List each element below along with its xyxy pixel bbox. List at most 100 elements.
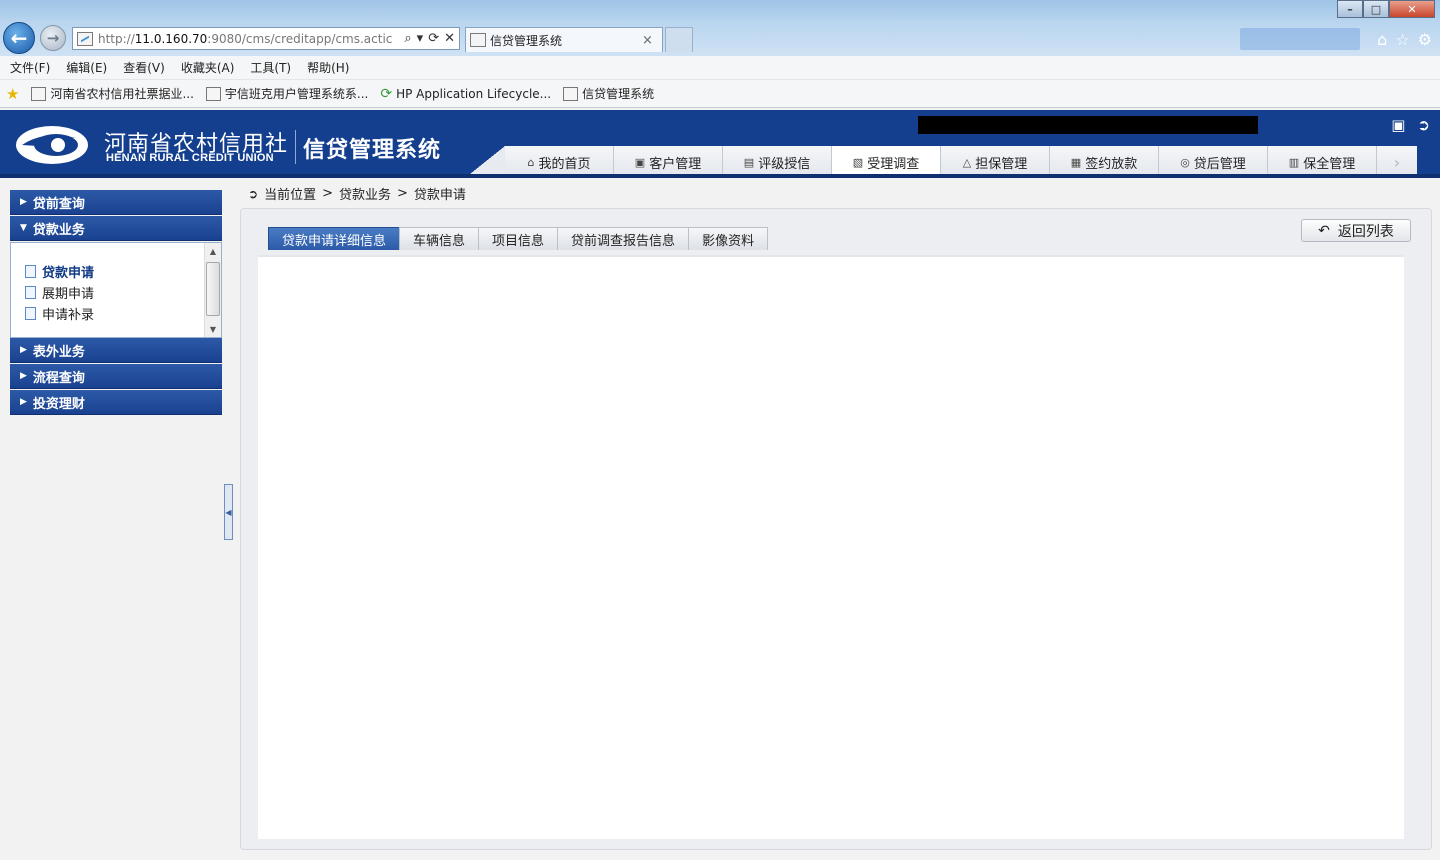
document-icon	[25, 265, 36, 278]
location-icon: ➲	[248, 186, 259, 201]
breadcrumb-sep: >	[397, 186, 408, 201]
survey-icon: ▧	[852, 155, 864, 169]
favorite-link[interactable]: 宇信班克用户管理系统系...	[205, 85, 368, 102]
user-info-redacted	[918, 116, 1258, 134]
scroll-up-icon[interactable]: ▲	[205, 243, 221, 259]
document-icon	[25, 307, 36, 320]
page-icon	[205, 86, 221, 101]
nav-guarantee[interactable]: △ 担保管理	[941, 146, 1050, 178]
sidebar-item-loan-apply[interactable]: 贷款申请	[25, 261, 221, 282]
nav-postloan[interactable]: ◎ 贷后管理	[1159, 146, 1268, 178]
nav-contract[interactable]: ▦ 签约放款	[1050, 146, 1159, 178]
rating-icon: ▤	[743, 155, 755, 169]
maximize-icon[interactable]: □	[1363, 0, 1389, 18]
address-bar[interactable]: http://11.0.160.70:9080/cms/creditapp/cm…	[72, 27, 460, 50]
sidebar-section-offbalance[interactable]: ▶ 表外业务	[10, 338, 222, 363]
page-icon	[31, 86, 47, 101]
tab-loan-detail[interactable]: 贷款申请详细信息	[268, 227, 401, 250]
system-name: 信贷管理系统	[303, 138, 442, 163]
caret-right-icon: ▶	[20, 371, 27, 381]
tab-close-icon[interactable]: ×	[642, 33, 656, 48]
document-icon	[25, 286, 36, 299]
preserve-icon: ▥	[1288, 155, 1300, 169]
nav-more-chevron-icon[interactable]: ›	[1377, 146, 1417, 178]
menu-edit[interactable]: 编辑(E)	[66, 59, 107, 76]
back-icon[interactable]: ←	[3, 22, 35, 54]
favorites-add-icon[interactable]: ★	[6, 85, 19, 103]
nav-customer[interactable]: ▣ 客户管理	[614, 146, 723, 178]
browser-tab[interactable]: 信贷管理系统 ×	[465, 27, 663, 52]
tab-title: 信贷管理系统	[490, 33, 563, 48]
tab-project[interactable]: 项目信息	[478, 227, 559, 250]
customer-icon: ▣	[634, 155, 646, 169]
nav-rating[interactable]: ▤ 评级授信	[723, 146, 832, 178]
tab-page-icon	[470, 33, 486, 47]
close-icon[interactable]: ✕	[1389, 0, 1435, 18]
favorites-star-icon[interactable]: ☆	[1395, 30, 1409, 49]
menu-tools[interactable]: 工具(T)	[250, 59, 291, 76]
refresh-swirl-icon: ⟳	[380, 85, 393, 102]
tab-images[interactable]: 影像资料	[688, 227, 769, 250]
search-icon[interactable]: ⌕	[404, 31, 411, 46]
return-arrow-icon: ↶	[1318, 222, 1330, 239]
sidebar-loan-menu: 贷款申请 展期申请 申请补录 ▲ ▼	[10, 242, 222, 338]
favorites-bar: ★ 河南省农村信用社票据业... 宇信班克用户管理系统系... ⟳ HP Appl…	[0, 80, 1440, 108]
menu-view[interactable]: 查看(V)	[123, 59, 165, 76]
sidebar-item-supplement[interactable]: 申请补录	[25, 303, 221, 324]
nav-survey[interactable]: ▧ 受理调查	[832, 146, 941, 178]
sidebar: ▶ 贷前查询 ▼ 贷款业务 贷款申请 展期申请 申请补录 ▲ ▼ ▶ 表外业务 ▶ 流程…	[10, 190, 222, 416]
sidebar-section-investment[interactable]: ▶ 投资理财	[10, 390, 222, 415]
address-url[interactable]: http://11.0.160.70:9080/cms/creditapp/cm…	[98, 32, 404, 46]
sidebar-item-extension-apply[interactable]: 展期申请	[25, 282, 221, 303]
sidebar-section-loan-business[interactable]: ▼ 贷款业务	[10, 216, 222, 241]
favorite-link[interactable]: ⟳ HP Application Lifecycle...	[380, 86, 551, 102]
logout-icon[interactable]: ➲	[1417, 116, 1430, 134]
main-nav: ⌂ 我的首页 ▣ 客户管理 ▤ 评级授信 ▧ 受理调查 △ 担保管理 ▦ 签约放款 ◎ 贷后管…	[465, 146, 1417, 178]
breadcrumb-sep: >	[322, 186, 333, 201]
settings-gear-icon[interactable]: ⚙	[1418, 30, 1432, 49]
page-icon	[77, 31, 93, 46]
favorite-link[interactable]: 信贷管理系统	[563, 85, 654, 102]
menu-bar: 文件(F) 编辑(E) 查看(V) 收藏夹(A) 工具(T) 帮助(H)	[0, 56, 1440, 80]
scroll-thumb[interactable]	[206, 262, 220, 316]
breadcrumb-level1: 贷款业务	[338, 188, 391, 203]
tab-vehicle[interactable]: 车辆信息	[399, 227, 480, 250]
sidebar-section-process-query[interactable]: ▶ 流程查询	[10, 364, 222, 389]
browser-titlebar: ← → http://11.0.160.70:9080/cms/creditap…	[0, 0, 1440, 56]
caret-right-icon: ▶	[20, 397, 27, 407]
desktop-icon[interactable]: ▣	[1391, 116, 1405, 134]
sidebar-collapse-handle[interactable]: ◀	[224, 484, 233, 540]
breadcrumb-level2: 贷款申请	[413, 188, 466, 203]
stop-icon[interactable]: ✕	[444, 31, 455, 46]
new-tab-button[interactable]	[665, 27, 693, 52]
breadcrumb-label: 当前位置	[264, 188, 317, 203]
back-to-list-button[interactable]: ↶ 返回列表	[1301, 219, 1411, 242]
caret-down-icon: ▼	[20, 223, 27, 233]
breadcrumb: ➲ 当前位置 > 贷款业务 > 贷款申请	[248, 184, 466, 203]
nav-home[interactable]: ⌂ 我的首页	[505, 146, 614, 178]
content-panel: 贷款申请详细信息 车辆信息 项目信息 贷前调查报告信息 影像资料 ↶ 返回列表	[240, 208, 1432, 850]
home-icon: ⌂	[527, 155, 535, 169]
app-header: 河南省农村信用社 HENAN RURAL CREDIT UNION 信贷管理系统…	[0, 110, 1440, 178]
minimize-icon[interactable]: –	[1337, 0, 1363, 18]
home-browser-icon[interactable]: ⌂	[1377, 30, 1387, 49]
logo-divider	[295, 130, 296, 164]
menu-file[interactable]: 文件(F)	[10, 59, 50, 76]
scroll-down-icon[interactable]: ▼	[205, 321, 221, 337]
forward-icon[interactable]: →	[40, 25, 66, 51]
menu-help[interactable]: 帮助(H)	[307, 59, 349, 76]
favorite-link[interactable]: 河南省农村信用社票据业...	[31, 85, 194, 102]
org-name-en: HENAN RURAL CREDIT UNION	[106, 152, 274, 164]
menu-favorites[interactable]: 收藏夹(A)	[181, 59, 235, 76]
search-area	[1240, 28, 1360, 50]
tab-survey-report[interactable]: 贷前调查报告信息	[557, 227, 690, 250]
caret-right-icon: ▶	[20, 345, 27, 355]
sub-tabs: 贷款申请详细信息 车辆信息 项目信息 贷前调查报告信息 影像资料	[268, 227, 769, 250]
nav-preserve[interactable]: ▥ 保全管理	[1268, 146, 1377, 178]
dropdown-icon[interactable]: ▾	[417, 31, 424, 46]
refresh-icon[interactable]: ⟳	[428, 31, 439, 46]
logo-icon	[16, 126, 88, 164]
tab-content-area	[258, 255, 1404, 839]
sidebar-scrollbar[interactable]: ▲ ▼	[204, 243, 221, 337]
sidebar-section-preloan-query[interactable]: ▶ 贷前查询	[10, 190, 222, 215]
